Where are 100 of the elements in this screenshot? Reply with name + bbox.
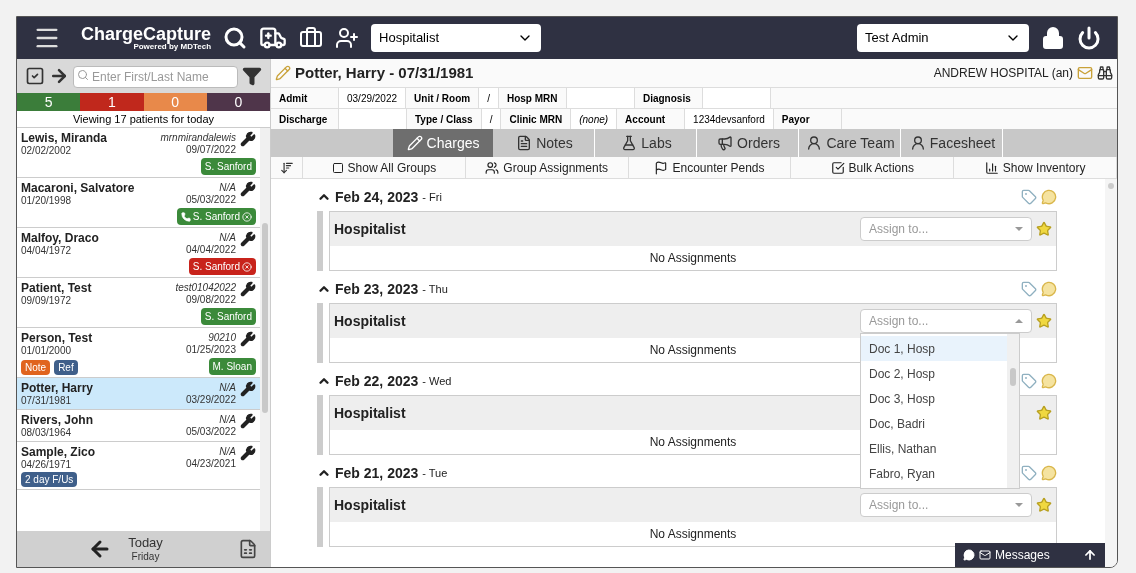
add-user-icon[interactable] [335,26,360,50]
patient-row[interactable]: Sample, Zico 04/26/1971 N/A 04/23/2021 2 day F/Us [17,442,260,490]
checkbox-icon[interactable] [25,66,45,86]
patient-title: Potter, Harry - 07/31/1981 [295,62,474,83]
patient-date: 03/29/2022 [185,394,236,406]
patient-dob: 01/01/2000 [21,345,73,357]
patient-date: 01/25/2023 [185,344,236,356]
info-value: 03/29/2022 [339,88,407,108]
dropdown-option[interactable]: Doc 1, Hosp [861,336,1007,361]
status-count[interactable]: 0 [206,93,270,111]
remove-icon[interactable] [242,261,252,272]
provider-badge[interactable]: S. Sanford [188,258,256,275]
scrollbar[interactable] [1105,179,1117,567]
toolbar-button[interactable]: Show Inventory [954,157,1117,178]
sort-icon[interactable] [279,160,294,175]
lock-icon[interactable] [1041,26,1065,50]
scrollbar[interactable] [1007,334,1019,488]
phone-icon [180,211,191,222]
tab[interactable]: Charges [393,129,493,157]
star-icon[interactable] [1036,221,1052,237]
provider-badge[interactable]: S. Sanford [200,308,256,325]
patient-row[interactable]: Potter, Harry 07/31/1981 N/A 03/29/2022 [17,378,260,410]
wrench-icon[interactable] [240,181,256,197]
search-icon[interactable] [223,26,248,50]
toolbar-button[interactable]: Bulk Actions [791,157,955,178]
toolbar-button[interactable]: Encounter Pends [628,157,792,178]
patient-name: Malfoy, Draco [21,231,99,245]
patient-name: Sample, Zico [21,445,96,459]
document-icon [516,135,533,151]
patient-mrn: N/A [219,381,236,394]
filter-icon[interactable] [242,66,262,86]
patient-row[interactable]: Rivers, John 08/03/1964 N/A 05/03/2022 [17,410,260,442]
patient-date: 09/07/2022 [185,144,236,156]
day-date: Feb 24, 2023 [335,187,419,207]
wrench-icon[interactable] [240,381,256,397]
provider-badge[interactable]: S. Sanford [176,208,256,225]
remove-icon[interactable] [242,211,252,222]
toolbar-button[interactable]: Show All Groups [303,157,466,178]
person-icon [806,135,823,151]
patient-tag[interactable]: Ref [54,360,78,375]
patient-name: Patient, Test [21,281,92,295]
wrench-icon[interactable] [240,131,256,147]
scrollbar[interactable] [260,128,270,531]
info-value: (none) [571,109,618,129]
wrench-icon[interactable] [240,231,256,247]
patient-name: Potter, Harry [21,381,94,395]
power-icon[interactable] [1077,26,1101,50]
patient-dob: 09/09/1972 [21,295,73,307]
info-value: 1234devsanford [685,109,774,129]
patient-row[interactable]: Macaroni, Salvatore 01/20/1998 N/A 05/03/2022 S. Sanford [17,178,260,228]
wrench-icon[interactable] [240,445,256,461]
binoculars-icon[interactable] [1097,65,1113,81]
patient-mrn: N/A [219,231,236,244]
provider-badge[interactable]: S. Sanford [200,158,256,175]
patient-row[interactable]: Malfoy, Draco 04/04/1972 N/A 04/04/2022 S. Sanford [17,228,260,278]
patient-mrn: mrnmirandalewis [160,131,236,144]
briefcase-icon[interactable] [299,26,324,50]
patient-mrn: N/A [219,445,236,458]
patient-dob: 02/02/2002 [21,145,73,157]
day-date: Feb 21, 2023 [335,463,419,483]
patient-mrn: 90210 [208,331,236,344]
app-logo: ChargeCapture [81,25,212,43]
group-select[interactable]: Hospitalist [371,24,542,52]
patient-mrn: test01042022 [175,281,236,294]
facility-name: ANDREW HOSPITAL (an) [933,65,1073,82]
patient-row[interactable]: Lewis, Miranda 02/02/2002 mrnmirandalewis 09/07/2022 S. Sanford [17,128,260,178]
wrench-icon[interactable] [240,331,256,347]
arrow-right-icon[interactable] [49,66,69,86]
patient-date: 09/08/2022 [185,294,236,306]
day-weekday: - Fri [422,189,442,205]
status-count[interactable]: 5 [17,93,81,111]
arrow-up-icon [1083,548,1097,562]
logo-subtitle: Powered by MDTech [133,43,212,51]
wrench-icon[interactable] [240,413,256,429]
provider-badge[interactable]: M. Sloan [208,358,256,375]
day-label: Today [128,534,163,551]
spreadsheet-icon[interactable] [238,537,258,561]
user-select[interactable]: Test Admin [857,24,1029,52]
flask-icon [621,135,638,151]
patient-row[interactable]: Person, Test 01/01/2000 90210 01/25/2023 Note Ref M. Sloan [17,328,260,378]
search-field[interactable]: Enter First/Last Name [73,66,238,88]
patient-dob: 04/26/1971 [21,459,73,471]
star-icon[interactable] [1036,497,1052,513]
group-name: Hospitalist [334,219,406,239]
wrench-icon[interactable] [240,281,256,297]
checkbox-icon[interactable] [331,161,344,174]
status-count[interactable]: 1 [80,93,144,111]
patient-row[interactable]: Patient, Test 09/09/1972 test01042022 09/08/2022 S. Sanford [17,278,260,328]
patient-date: 04/04/2022 [185,244,236,256]
messages-bar[interactable]: Messages [955,543,1105,567]
patient-dob: 07/31/1981 [21,395,73,407]
star-icon[interactable] [1036,313,1052,329]
patient-dob: 01/20/1998 [21,195,73,207]
patient-mrn: N/A [219,181,236,194]
toolbar-button[interactable]: Group Assignments [465,157,629,178]
star-icon[interactable] [1036,405,1052,421]
person-icon [909,135,926,151]
caret-icon [1015,227,1023,231]
users-icon [485,160,500,175]
patient-tag[interactable]: 2 day F/Us [21,472,78,487]
